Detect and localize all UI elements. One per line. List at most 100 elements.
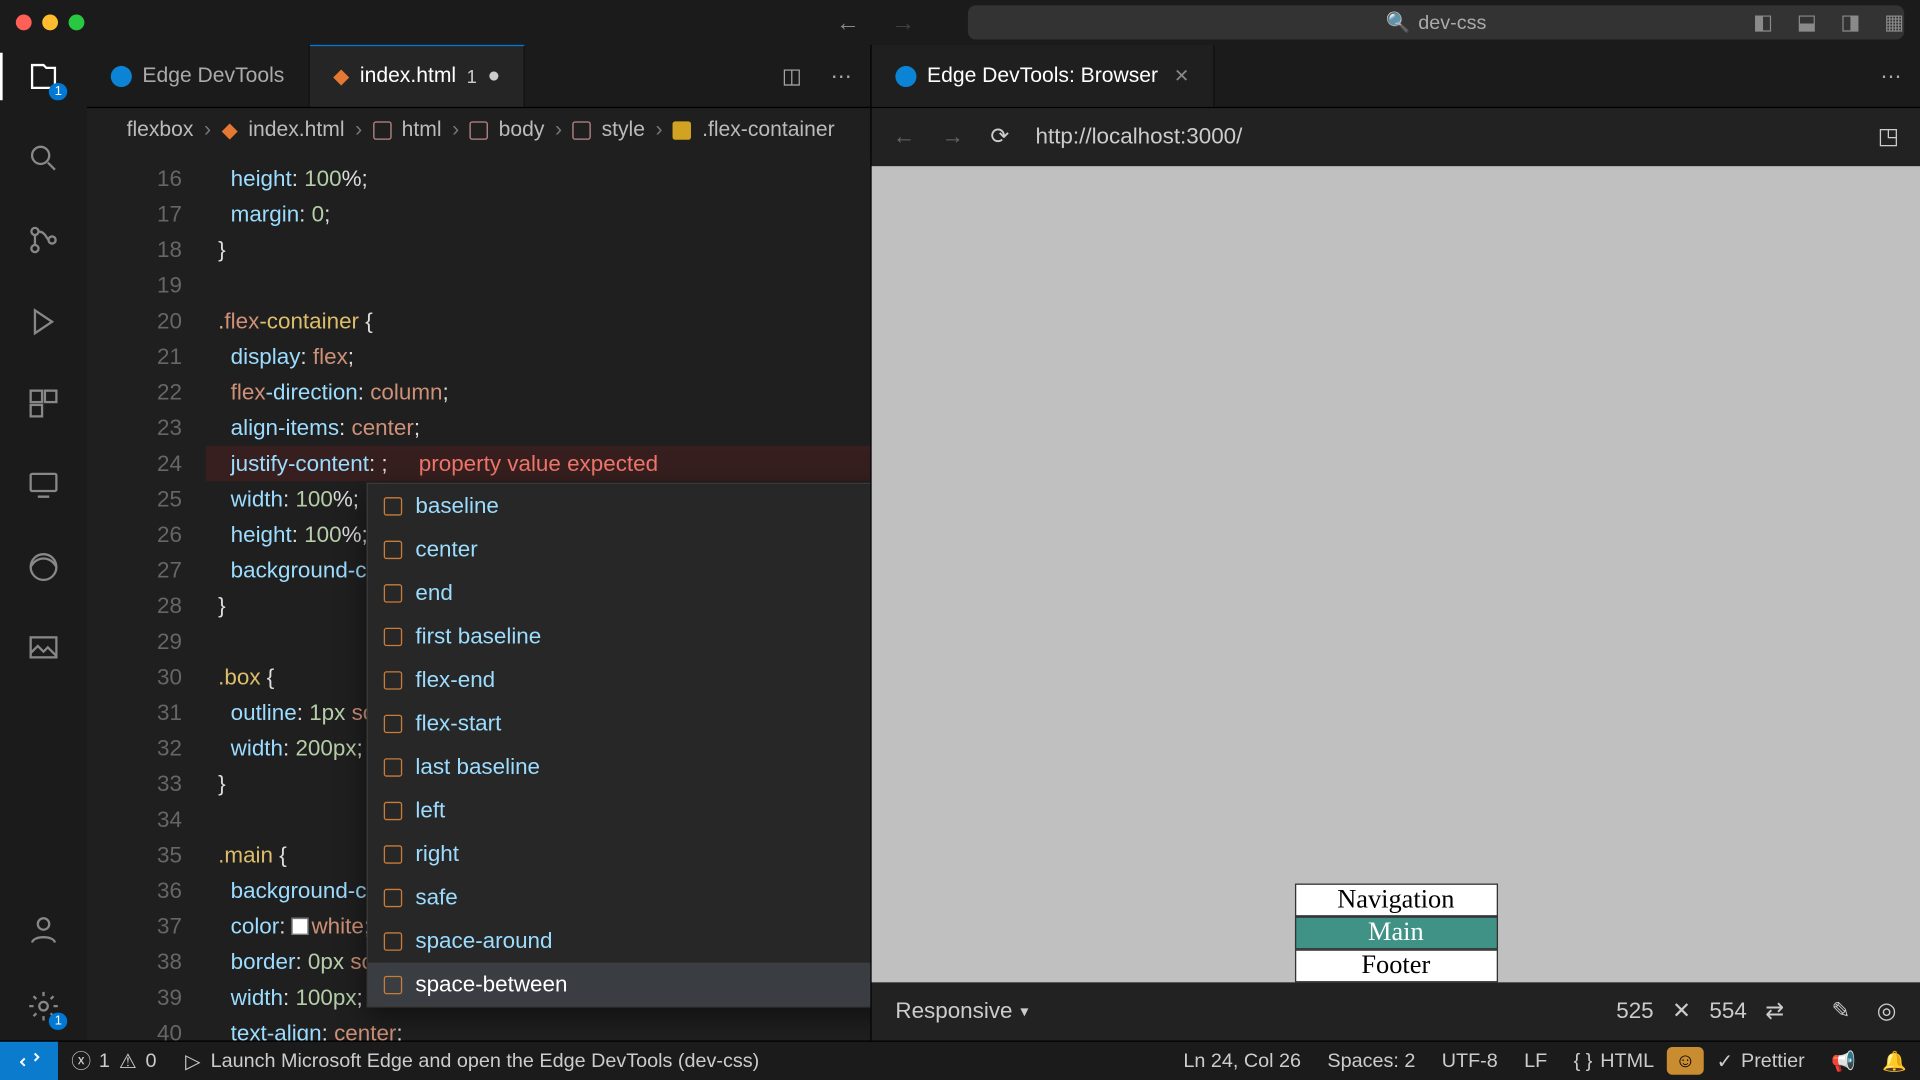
- suggest-item[interactable]: first baseline: [368, 615, 870, 659]
- image-preview-icon[interactable]: [25, 630, 62, 667]
- tab-index-html[interactable]: ◆ index.html 1 ●: [309, 45, 525, 107]
- page-main-box: Main: [1294, 916, 1497, 949]
- window-titlebar: ← → 🔍 dev-css ◧ ⬓ ◨ ▦: [0, 0, 1920, 45]
- open-devtools-icon[interactable]: ◳: [1878, 124, 1899, 150]
- forward-icon: →: [891, 9, 915, 37]
- status-bar: ⓧ1 ⚠0 ▷ Launch Microsoft Edge and open t…: [0, 1040, 1920, 1080]
- copilot-icon[interactable]: ☺: [1667, 1047, 1703, 1075]
- breadcrumb-file[interactable]: index.html: [248, 119, 344, 143]
- editor-actions: ◫ ⋯: [782, 45, 871, 107]
- search-icon[interactable]: [25, 140, 62, 177]
- suggest-item[interactable]: flex-start: [368, 702, 870, 746]
- html-file-icon: ◆: [333, 63, 349, 89]
- suggest-item[interactable]: right: [368, 832, 870, 876]
- split-editor-icon[interactable]: ◫: [782, 63, 802, 89]
- explorer-badge: 1: [49, 83, 67, 100]
- indentation-status[interactable]: Spaces: 2: [1314, 1047, 1428, 1075]
- browser-url-input[interactable]: http://localhost:3000/: [1035, 124, 1851, 150]
- suggest-item[interactable]: last baseline: [368, 745, 870, 789]
- settings-gear-icon[interactable]: 1: [25, 988, 62, 1025]
- suggest-item[interactable]: center: [368, 527, 870, 571]
- close-window-icon[interactable]: [16, 15, 32, 31]
- value-icon: [384, 888, 402, 906]
- viewport-height[interactable]: 554: [1709, 998, 1746, 1024]
- source-control-icon[interactable]: [25, 222, 62, 259]
- line-number-gutter: 1617181920212223242526272829303132333435…: [87, 153, 206, 1040]
- layout-panel-left-icon[interactable]: ◧: [1753, 9, 1773, 35]
- notifications-icon[interactable]: 🔔: [1869, 1047, 1920, 1075]
- error-icon: ⓧ: [71, 1051, 91, 1071]
- layout-panel-right-icon[interactable]: ◨: [1841, 9, 1861, 35]
- responsive-device-select[interactable]: Responsive ▾: [895, 998, 1028, 1024]
- value-icon: [384, 801, 402, 819]
- inspect-target-icon[interactable]: ◎: [1877, 998, 1897, 1024]
- suggest-item[interactable]: end: [368, 571, 870, 615]
- breadcrumb-style[interactable]: style: [602, 119, 645, 143]
- breadcrumb-body[interactable]: body: [499, 119, 545, 143]
- zoom-window-icon[interactable]: [69, 15, 85, 31]
- tab-devtools-browser[interactable]: Edge DevTools: Browser ✕: [872, 45, 1215, 107]
- browser-tabs: Edge DevTools: Browser ✕ ⋯: [872, 45, 1920, 108]
- explorer-icon[interactable]: 1: [25, 58, 62, 95]
- editor-tabs: Edge DevTools ◆ index.html 1 ● ◫ ⋯: [87, 45, 870, 108]
- settings-badge: 1: [49, 1013, 67, 1030]
- extensions-icon[interactable]: [25, 385, 62, 422]
- back-icon[interactable]: ←: [836, 9, 860, 37]
- tab-edge-devtools[interactable]: Edge DevTools: [87, 45, 309, 107]
- value-icon: [384, 845, 402, 863]
- run-debug-icon[interactable]: [25, 303, 62, 340]
- minimize-window-icon[interactable]: [42, 15, 58, 31]
- breadcrumb-selector[interactable]: .flex-container: [702, 119, 835, 143]
- titlebar-nav: ← →: [836, 9, 915, 37]
- close-tab-icon[interactable]: ✕: [1174, 65, 1189, 87]
- remote-indicator[interactable]: [0, 1042, 58, 1080]
- value-icon: [384, 975, 402, 993]
- encoding-status[interactable]: UTF-8: [1429, 1047, 1511, 1075]
- layout-panel-bottom-icon[interactable]: ⬓: [1797, 9, 1817, 35]
- rotate-icon[interactable]: ⇄: [1765, 998, 1784, 1024]
- value-icon: [384, 496, 402, 514]
- breadcrumb-folder[interactable]: flexbox: [127, 119, 194, 143]
- tab-modified-count: 1: [467, 66, 477, 87]
- suggest-item[interactable]: safe: [368, 876, 870, 920]
- value-icon: [384, 584, 402, 602]
- more-actions-icon[interactable]: ⋯: [1880, 63, 1901, 89]
- prettier-status[interactable]: ✓ Prettier: [1703, 1047, 1818, 1075]
- value-icon: [384, 932, 402, 950]
- browser-back-icon[interactable]: ←: [893, 124, 915, 150]
- breadcrumb-html[interactable]: html: [402, 119, 442, 143]
- accounts-icon[interactable]: [25, 911, 62, 948]
- edge-icon: [895, 65, 916, 86]
- language-mode[interactable]: { } HTML: [1560, 1047, 1667, 1075]
- suggest-item[interactable]: baseline: [368, 484, 870, 528]
- tag-icon: [373, 121, 391, 139]
- value-icon: [384, 627, 402, 645]
- problems-status[interactable]: ⓧ1 ⚠0: [58, 1050, 170, 1072]
- eol-status[interactable]: LF: [1511, 1047, 1560, 1075]
- tab-label: Edge DevTools: Browser: [927, 64, 1158, 88]
- browser-forward-icon[interactable]: →: [942, 124, 964, 150]
- intellisense-suggest-widget[interactable]: baselinecenterendfirst baselineflex-endf…: [367, 483, 871, 1008]
- traffic-lights: [16, 15, 85, 31]
- cursor-position[interactable]: Ln 24, Col 26: [1170, 1047, 1314, 1075]
- eyedropper-icon[interactable]: ✎: [1832, 998, 1851, 1024]
- breadcrumb[interactable]: flexbox ◆ index.html html body style .fl…: [87, 108, 870, 153]
- browser-device-bar: Responsive ▾ 525 ✕ 554 ⇄ ✎ ◎: [872, 982, 1920, 1040]
- feedback-icon[interactable]: 📢: [1818, 1047, 1869, 1075]
- browser-reload-icon[interactable]: ⟳: [990, 124, 1009, 150]
- code-editor[interactable]: 1617181920212223242526272829303132333435…: [87, 153, 870, 1040]
- suggest-item[interactable]: space-between: [368, 963, 870, 1007]
- browser-viewport[interactable]: Navigation Main Footer: [872, 166, 1920, 982]
- dimension-close-icon[interactable]: ✕: [1672, 998, 1691, 1024]
- suggest-item[interactable]: left: [368, 789, 870, 833]
- remote-explorer-icon[interactable]: [25, 467, 62, 504]
- css-rule-icon: [673, 121, 691, 139]
- more-actions-icon[interactable]: ⋯: [831, 63, 852, 89]
- suggest-item[interactable]: flex-end: [368, 658, 870, 702]
- edge-icon: [111, 65, 132, 86]
- edge-devtools-icon[interactable]: [25, 549, 62, 586]
- suggest-item[interactable]: space-around: [368, 919, 870, 963]
- viewport-width[interactable]: 525: [1616, 998, 1653, 1024]
- layout-customize-icon[interactable]: ▦: [1884, 9, 1904, 35]
- launch-task-status[interactable]: ▷ Launch Microsoft Edge and open the Edg…: [170, 1050, 773, 1072]
